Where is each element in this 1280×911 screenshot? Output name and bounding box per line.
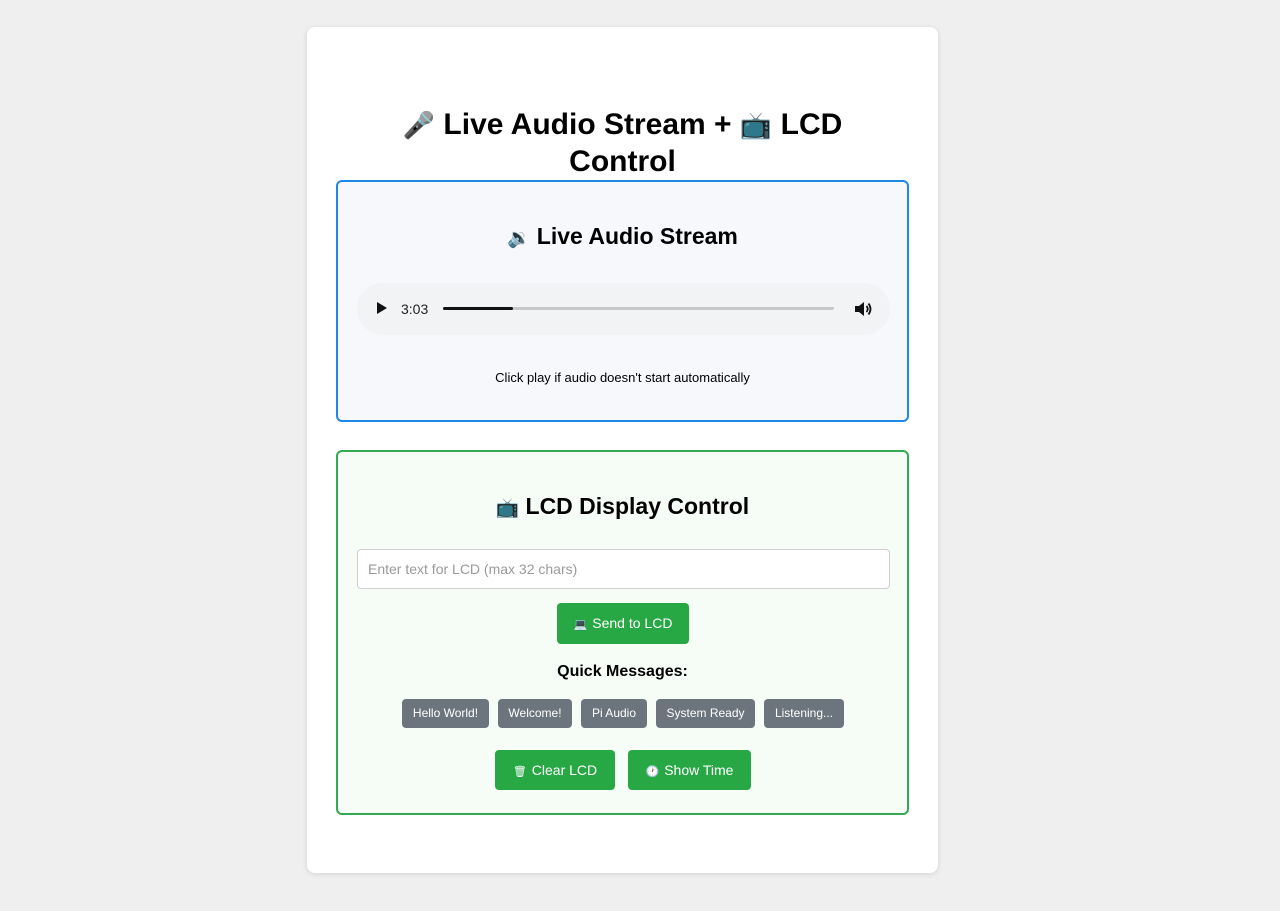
send-to-lcd-button[interactable]: 💻 Send to LCD xyxy=(557,603,689,644)
quick-message-button[interactable]: Hello World! xyxy=(402,699,489,728)
lcd-control-section: 📺LCD Display Control 💻 Send to LCD Quick … xyxy=(336,450,909,815)
clock-icon: 🕐 xyxy=(645,765,660,778)
seek-bar-progress xyxy=(443,307,514,310)
lcd-section-title-text: LCD Display Control xyxy=(525,493,750,519)
page-title: 🎤 Live Audio Stream + 📺 LCD Control xyxy=(307,107,938,179)
tv-icon: 📺 xyxy=(495,497,520,519)
audio-player: 3:03 xyxy=(357,283,890,335)
clear-lcd-button[interactable]: 🗑 Clear LCD xyxy=(495,750,615,790)
send-to-lcd-label: Send to LCD xyxy=(592,615,673,631)
autoplay-hint: Click play if audio doesn't start automa… xyxy=(495,370,750,385)
lcd-text-input[interactable] xyxy=(357,549,890,589)
quick-messages-label: Quick Messages: xyxy=(557,663,688,680)
audio-section-title-text: Live Audio Stream xyxy=(536,223,738,249)
show-time-button[interactable]: 🕐 Show Time xyxy=(628,750,751,790)
audio-stream-section: 🔉 Live Audio Stream 3:03 Click play if au… xyxy=(336,180,909,422)
trash-icon: 🗑 xyxy=(512,765,527,778)
tv-icon: 📺 xyxy=(739,111,773,141)
main-card: 🎤 Live Audio Stream + 📺 LCD Control 🔉 Liv… xyxy=(307,27,938,873)
play-icon[interactable] xyxy=(377,302,387,314)
page-title-part2: LCD xyxy=(772,108,843,141)
playback-time: 3:03 xyxy=(401,301,429,317)
page-title-line2: Control xyxy=(569,145,676,178)
microphone-icon: 🎤 xyxy=(402,111,436,141)
speaker-icon: 🔉 xyxy=(507,227,531,249)
seek-bar[interactable] xyxy=(443,307,834,310)
page-title-part1: Live Audio Stream + xyxy=(443,108,740,141)
quick-message-button[interactable]: System Ready xyxy=(656,699,755,728)
quick-message-button[interactable]: Welcome! xyxy=(498,699,572,728)
lcd-section-title: 📺 LCD Display Control xyxy=(338,492,907,522)
audio-section-title: 🔉 Live Audio Stream xyxy=(338,222,907,252)
show-time-label: Show Time xyxy=(664,762,734,778)
clear-lcd-label: Clear LCD xyxy=(531,762,598,778)
computer-icon: 💻 xyxy=(573,618,588,631)
volume-icon[interactable] xyxy=(853,299,873,319)
quick-message-button[interactable]: Pi Audio xyxy=(581,699,647,728)
quick-message-button[interactable]: Listening... xyxy=(764,699,844,728)
